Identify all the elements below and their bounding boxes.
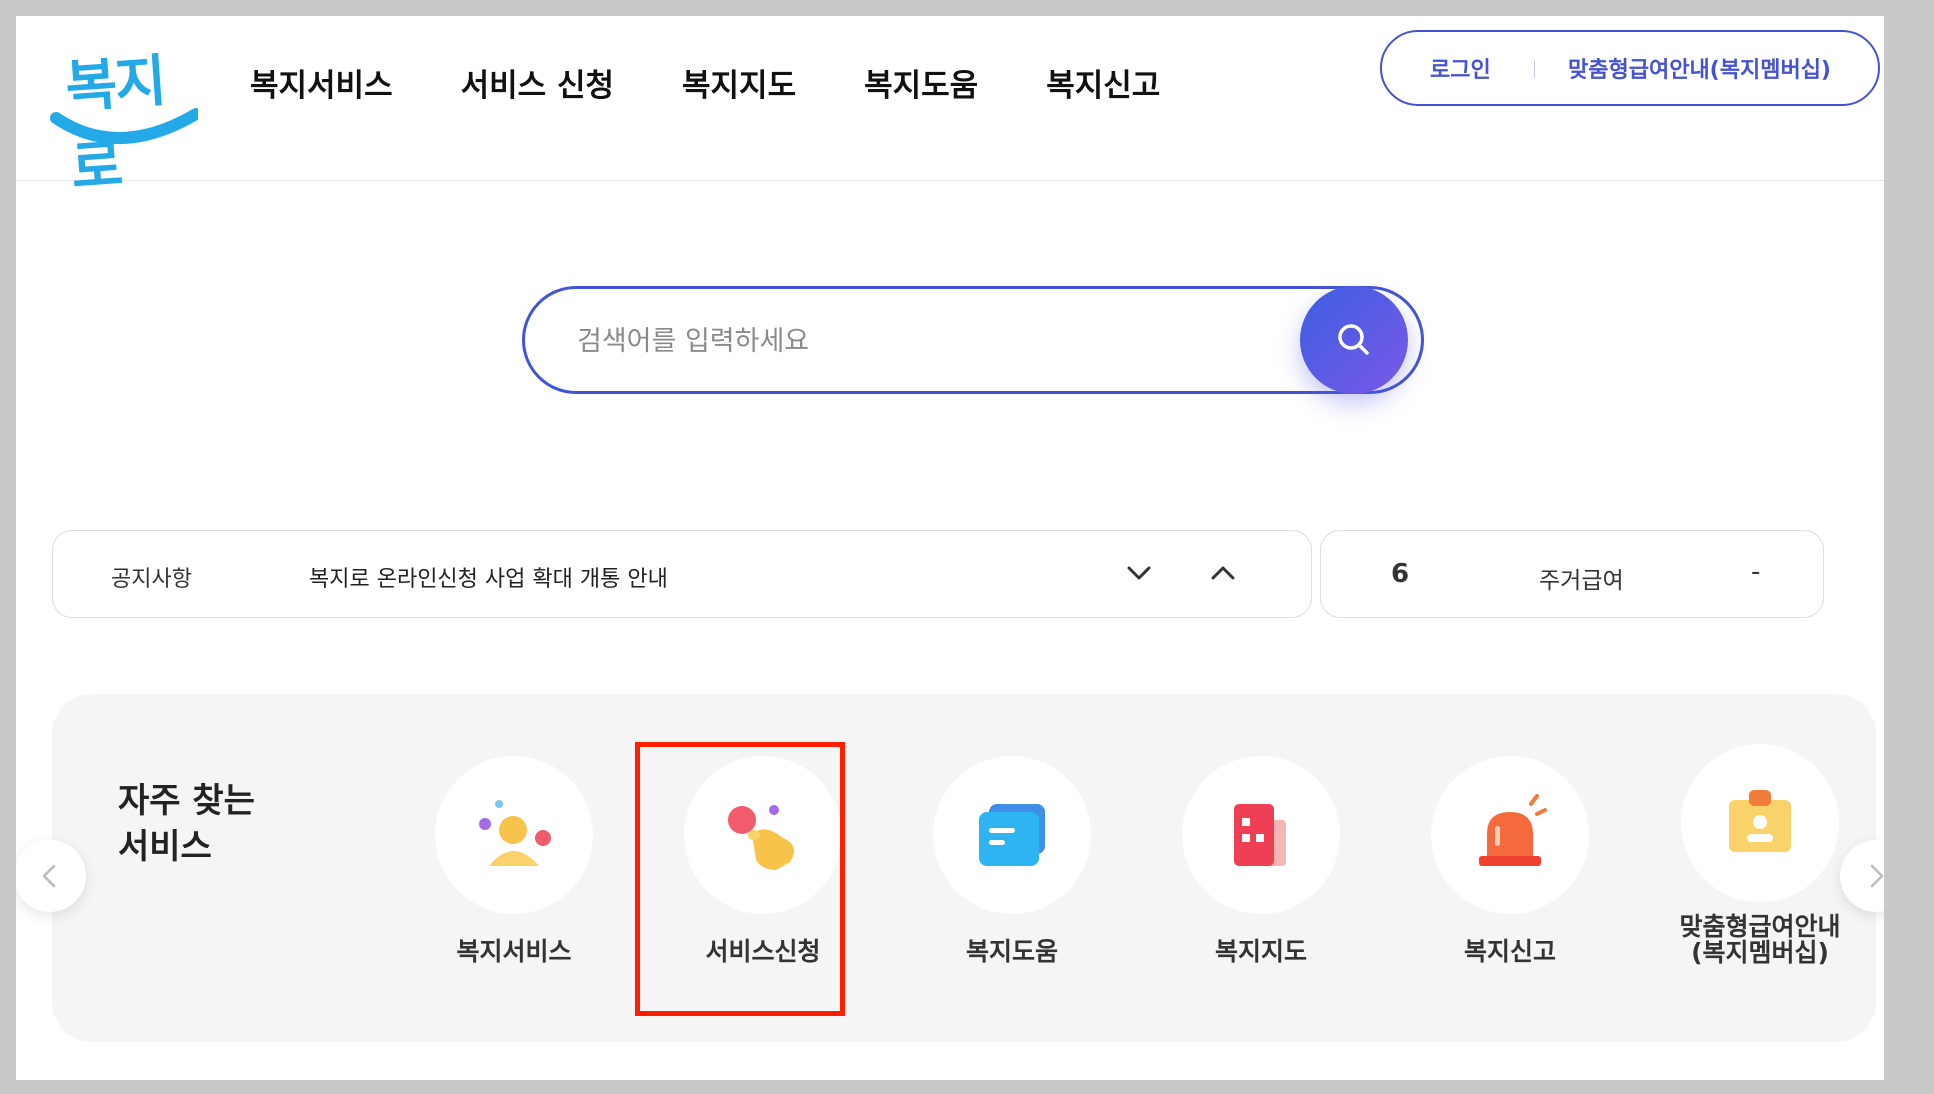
service-icon-circle xyxy=(1431,756,1589,914)
chevron-right-icon xyxy=(1870,864,1884,888)
service-label: 맞춤형급여안내 (복지멤버십) xyxy=(1650,914,1870,966)
chevron-left-icon xyxy=(42,864,56,888)
search-button[interactable] xyxy=(1300,286,1408,394)
chevron-up-icon[interactable] xyxy=(1205,555,1241,591)
service-item-membership[interactable]: 맞춤형급여안내 (복지멤버십) xyxy=(1650,744,1870,1004)
nav-welfare-map[interactable]: 복지지도 xyxy=(682,60,796,105)
login-link[interactable]: 로그인 xyxy=(1430,52,1491,84)
notice-link[interactable]: 복지로 온라인신청 사업 확대 개통 안내 xyxy=(309,561,668,593)
notice-bar: 공지사항 복지로 온라인신청 사업 확대 개통 안내 xyxy=(52,530,1312,618)
service-item-welfare-map[interactable]: 복지지도 xyxy=(1151,756,1371,1016)
service-label: 복지도움 xyxy=(965,937,1058,966)
service-icon-circle xyxy=(1182,756,1340,914)
notice-label: 공지사항 xyxy=(111,567,192,592)
service-item-welfare-help[interactable]: 복지도움 xyxy=(902,756,1122,1016)
service-item-welfare-report[interactable]: 복지신고 xyxy=(1400,756,1620,1016)
service-item-welfare-service[interactable]: 복지서비스 xyxy=(404,756,624,1016)
tap-hand-icon xyxy=(728,805,794,870)
frequent-services: 자주 찾는 서비스 복지서비스 서비스신청 복지도움 복지지도 복지신고 맞춤형… xyxy=(52,694,1876,1042)
service-icon-circle xyxy=(684,756,842,914)
service-label: 복지서비스 xyxy=(456,937,572,966)
title-line: 자주 찾는 xyxy=(118,781,255,821)
keyword-link[interactable]: 주거급여 xyxy=(1539,561,1624,595)
logo[interactable]: 복지로 xyxy=(48,26,198,201)
title-line: 서비스 xyxy=(118,827,212,867)
service-icon-circle xyxy=(1681,744,1839,902)
nav-welfare-help[interactable]: 복지도움 xyxy=(864,60,978,105)
service-label: 복지신고 xyxy=(1463,937,1556,966)
divider xyxy=(1534,60,1535,78)
keyword-change: - xyxy=(1751,557,1761,587)
alarm-light-icon xyxy=(1479,794,1547,866)
chat-card-icon xyxy=(979,804,1045,866)
popular-keyword-ticker: 6 주거급여 - xyxy=(1320,530,1824,618)
service-label-line: 맞춤형급여안내 xyxy=(1679,912,1841,941)
service-item-service-apply[interactable]: 서비스신청 xyxy=(653,756,873,1016)
service-label: 서비스신청 xyxy=(705,937,821,966)
nav-welfare-report[interactable]: 복지신고 xyxy=(1046,60,1160,105)
search-icon xyxy=(1338,324,1369,355)
search-bar xyxy=(522,286,1424,394)
search-input[interactable] xyxy=(577,311,1297,371)
nav-welfare-service[interactable]: 복지서비스 xyxy=(250,60,393,105)
service-label: 복지지도 xyxy=(1214,937,1307,966)
chevron-down-icon[interactable] xyxy=(1121,555,1157,591)
frequent-services-title: 자주 찾는 서비스 xyxy=(118,778,255,870)
people-icon xyxy=(479,800,551,866)
main-nav: 복지서비스 서비스 신청 복지지도 복지도움 복지신고 xyxy=(250,60,1160,105)
service-icon-circle xyxy=(933,756,1091,914)
logo-smile-icon xyxy=(50,108,198,145)
keyword-rank: 6 xyxy=(1391,559,1410,589)
nav-service-apply[interactable]: 서비스 신청 xyxy=(461,60,614,105)
id-badge-icon xyxy=(1729,790,1791,852)
account-box: 로그인 맞춤형급여안내(복지멤버십) xyxy=(1380,30,1880,106)
header: 복지로 복지서비스 서비스 신청 복지지도 복지도움 복지신고 로그인 맞춤형급… xyxy=(16,16,1884,201)
page: 복지로 복지서비스 서비스 신청 복지지도 복지도움 복지신고 로그인 맞춤형급… xyxy=(16,16,1884,1080)
membership-link[interactable]: 맞춤형급여안내(복지멤버십) xyxy=(1568,52,1831,84)
carousel-prev-button[interactable] xyxy=(16,840,86,912)
service-icon-circle xyxy=(435,756,593,914)
map-building-icon xyxy=(1234,804,1286,866)
service-label-line: (복지멤버십) xyxy=(1691,938,1829,967)
